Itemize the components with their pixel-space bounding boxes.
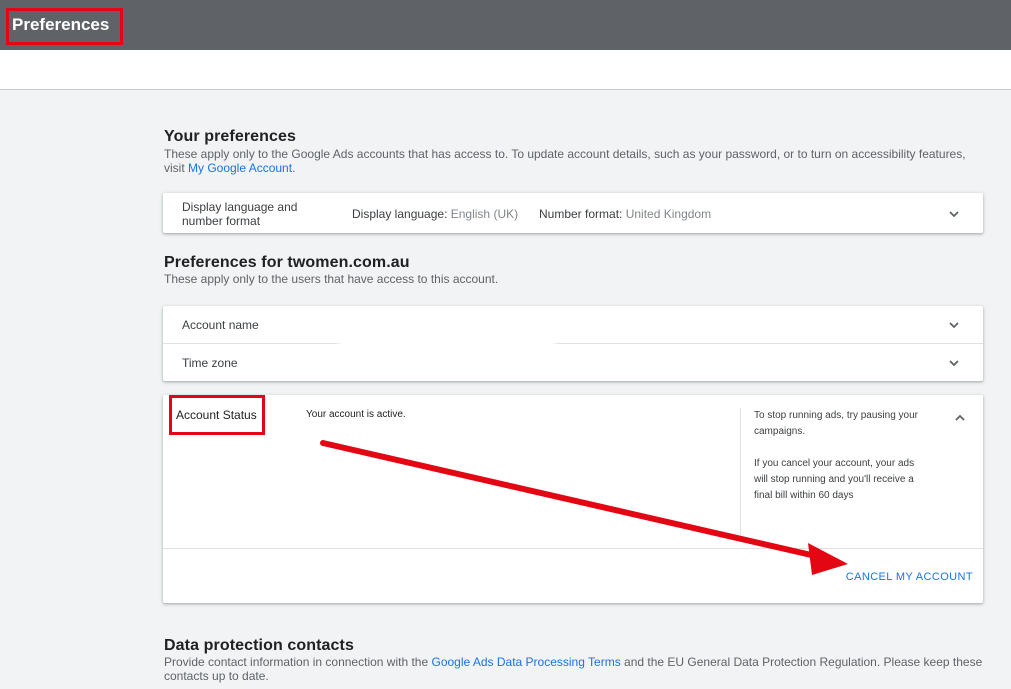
data-protection-desc-line1: Provide contact information in connectio…	[164, 655, 982, 669]
data-protection-desc: Provide contact information in connectio…	[164, 655, 982, 683]
data-protection-desc-line2: contacts up to date.	[164, 669, 269, 683]
annotation-arrow	[320, 440, 848, 575]
desc-suffix: and the EU General Data Protection Regul…	[620, 655, 983, 669]
data-protection-title: Data protection contacts	[164, 637, 354, 654]
desc-prefix: Provide contact information in connectio…	[164, 655, 432, 669]
data-processing-terms-link[interactable]: Google Ads Data Processing Terms	[431, 655, 620, 669]
